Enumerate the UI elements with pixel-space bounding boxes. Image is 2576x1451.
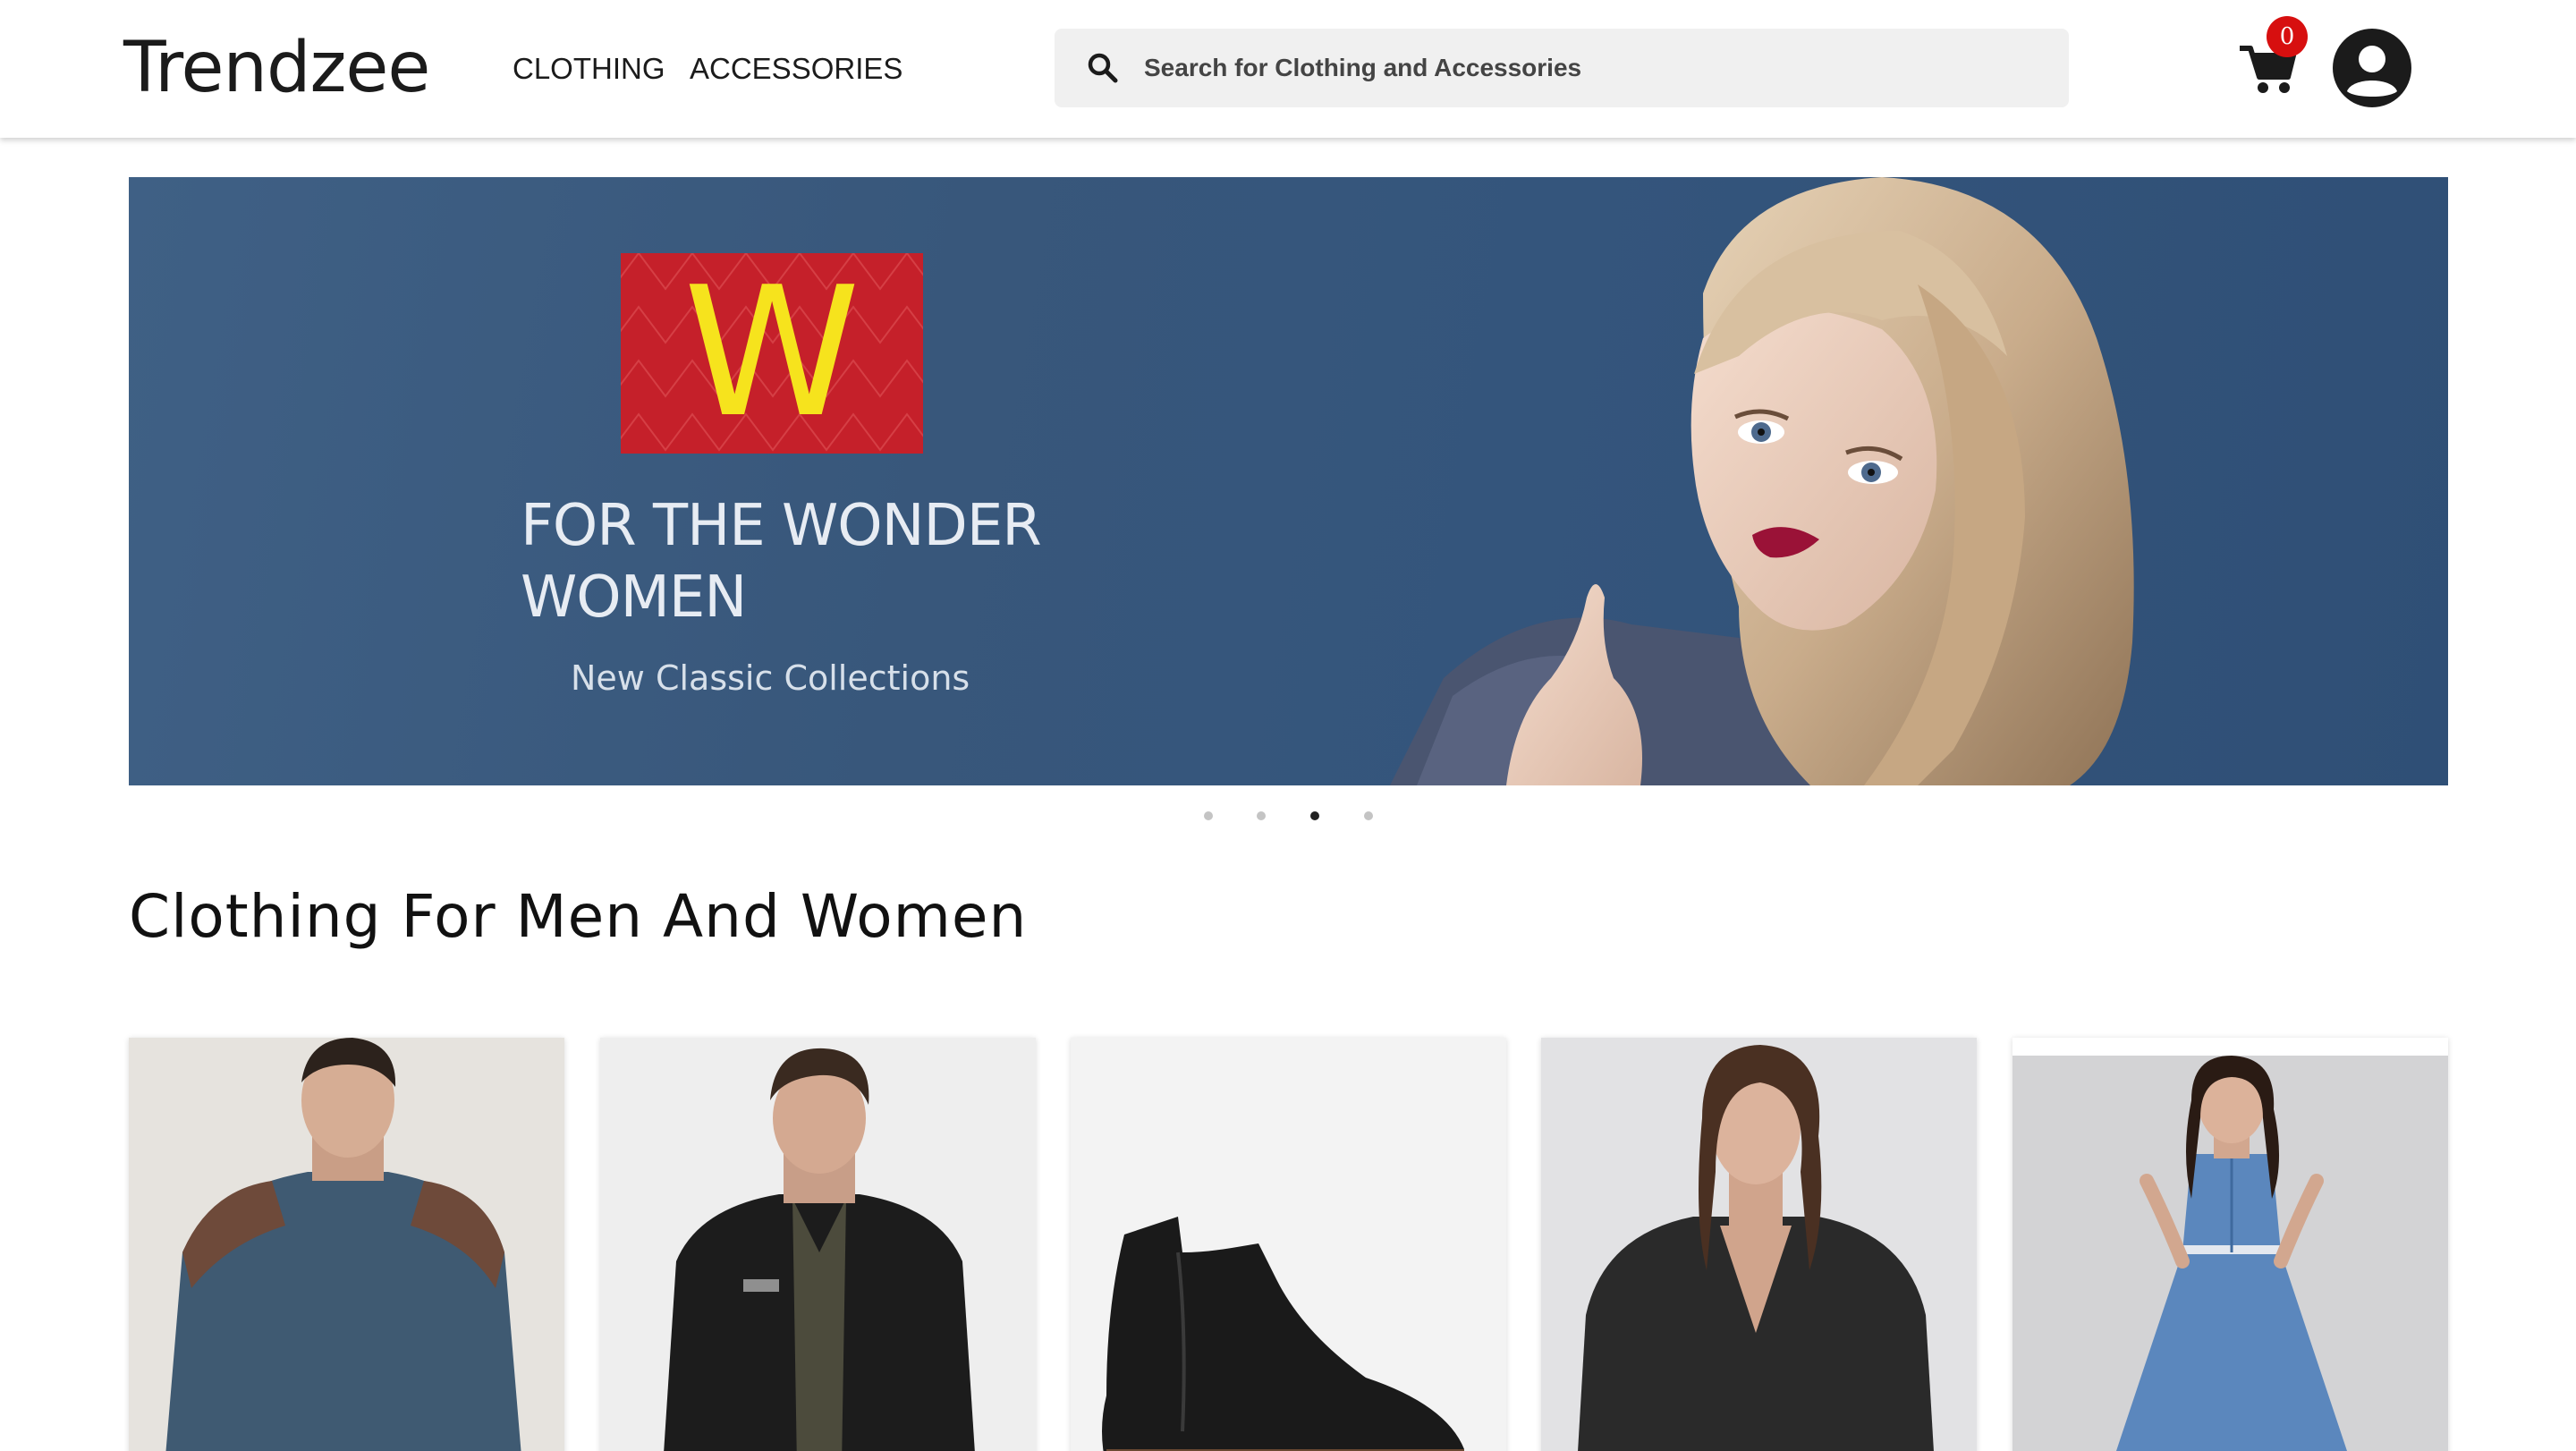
banner-title-line1: FOR THE WONDER xyxy=(521,493,1042,559)
nav-clothing[interactable]: CLOTHING xyxy=(513,49,665,89)
banner-subtitle: New Classic Collections xyxy=(571,658,970,698)
product-image-man-blue-sweater xyxy=(129,1038,564,1451)
banner-title-line2: WOMEN xyxy=(521,564,747,631)
carousel-dot-4[interactable] xyxy=(1364,811,1373,820)
product-image-man-black-jacket xyxy=(600,1038,1036,1451)
search-bar[interactable] xyxy=(1055,29,2069,107)
search-icon[interactable] xyxy=(1087,52,1119,84)
carousel-dot-2[interactable] xyxy=(1257,811,1266,820)
product-card-4[interactable] xyxy=(1541,1038,1977,1451)
carousel-dot-3[interactable] xyxy=(1310,811,1319,820)
section-title: Clothing For Men And Women xyxy=(129,882,1028,951)
product-card-3[interactable] xyxy=(1071,1038,1506,1451)
product-image-woman-denim-dress xyxy=(2012,1056,2448,1451)
w-brand-logo: W xyxy=(621,253,923,454)
w-letter: W xyxy=(683,253,860,454)
product-image-black-leather-boot xyxy=(1071,1038,1506,1451)
site-logo[interactable]: Trendzee xyxy=(123,23,430,113)
product-card-2[interactable] xyxy=(600,1038,1036,1451)
hero-banner[interactable]: W FOR THE WONDER WOMEN New Classic Colle… xyxy=(129,177,2448,785)
product-card-5[interactable] xyxy=(2012,1038,2448,1451)
banner-title: FOR THE WONDER WOMEN xyxy=(521,490,1147,633)
banner-model-image xyxy=(1390,177,2134,785)
search-input[interactable] xyxy=(1144,29,2038,107)
nav-accessories[interactable]: ACCESSORIES xyxy=(690,49,902,89)
product-card-1[interactable] xyxy=(129,1038,564,1451)
carousel-dot-1[interactable] xyxy=(1204,811,1213,820)
cart-count-badge: 0 xyxy=(2267,16,2308,57)
user-avatar-icon[interactable] xyxy=(2333,29,2411,107)
product-image-woman-leather-jacket xyxy=(1541,1038,1977,1451)
top-header: Trendzee CLOTHING ACCESSORIES 0 xyxy=(0,0,2576,138)
